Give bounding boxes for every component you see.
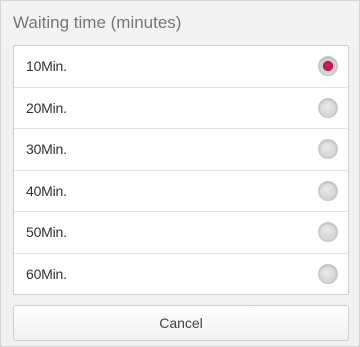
radio-icon[interactable]	[318, 222, 338, 243]
option-label: 50Min.	[26, 224, 67, 241]
option-label: 20Min.	[26, 99, 67, 116]
option-label: 40Min.	[26, 182, 67, 199]
radio-icon[interactable]	[318, 264, 338, 285]
option-40-min[interactable]: 40Min.	[14, 171, 348, 212]
option-60-min[interactable]: 60Min.	[14, 254, 348, 295]
option-label: 30Min.	[26, 141, 67, 158]
option-10-min[interactable]: 10Min.	[14, 46, 348, 88]
radio-icon[interactable]	[318, 56, 338, 77]
waiting-time-dialog: Waiting time (minutes) 10Min. 20Min. 30M…	[0, 0, 360, 347]
option-20-min[interactable]: 20Min.	[14, 88, 348, 129]
options-list: 10Min. 20Min. 30Min. 40Min. 50Min. 60Min…	[13, 45, 349, 295]
option-30-min[interactable]: 30Min.	[14, 129, 348, 171]
option-label: 10Min.	[26, 58, 67, 75]
radio-icon[interactable]	[318, 139, 338, 160]
cancel-button[interactable]: Cancel	[13, 305, 349, 341]
dialog-title: Waiting time (minutes)	[1, 1, 359, 45]
option-label: 60Min.	[26, 266, 67, 283]
radio-icon[interactable]	[318, 180, 338, 201]
radio-icon[interactable]	[318, 97, 338, 118]
option-50-min[interactable]: 50Min.	[14, 212, 348, 254]
